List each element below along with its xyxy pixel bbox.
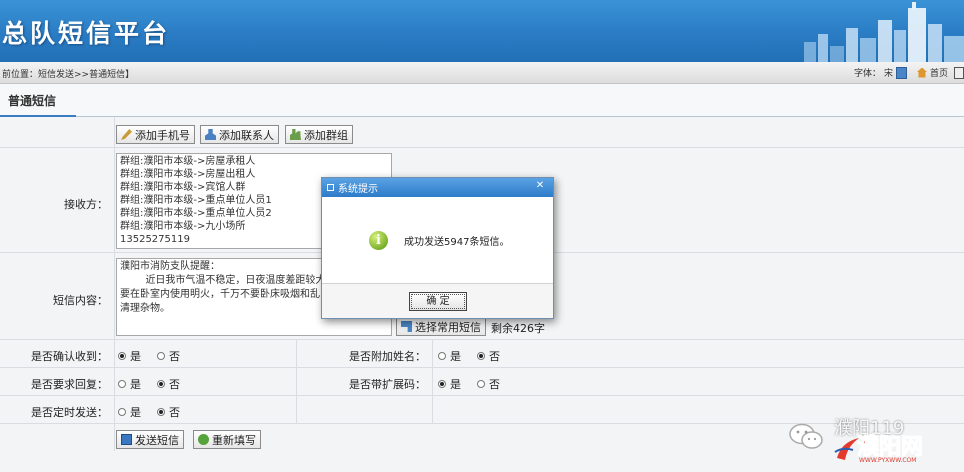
reset-form-button[interactable]: 重新填写 — [193, 430, 261, 449]
scheduled-send-yes-label: 是 — [130, 406, 141, 419]
extension-code-yes-label: 是 — [450, 378, 461, 391]
group-icon — [290, 129, 301, 140]
scheduled-send-no-label: 否 — [169, 406, 180, 419]
system-prompt-dialog: 系统提示 ✕ i 成功发送5947条短信。 确 定 — [321, 177, 554, 319]
dialog-body: i 成功发送5947条短信。 — [322, 197, 553, 283]
font-size-icon[interactable] — [895, 66, 907, 79]
app-header: 总队短信平台 — [0, 0, 964, 62]
extension-code-label: 是否带扩展码： — [349, 378, 426, 391]
add-contact-button[interactable]: 添加联系人 — [200, 125, 279, 144]
content-label: 短信内容： — [53, 294, 108, 307]
require-reply-no-label: 否 — [169, 378, 180, 391]
add-group-button[interactable]: 添加群组 — [285, 125, 353, 144]
scheduled-send-no-radio[interactable] — [157, 408, 165, 416]
tab-normal-sms[interactable]: 普通短信 — [0, 84, 76, 117]
scheduled-send-label: 是否定时发送： — [31, 406, 108, 419]
column-divider — [296, 340, 297, 424]
extension-code-no-radio[interactable] — [477, 380, 485, 388]
add-group-label: 添加群组 — [304, 128, 348, 142]
select-list-icon — [401, 321, 412, 332]
add-contact-label: 添加联系人 — [219, 128, 274, 142]
select-common-label: 选择常用短信 — [415, 320, 481, 334]
confirm-receipt-label: 是否确认收到： — [31, 350, 108, 363]
reset-form-label: 重新填写 — [212, 433, 256, 447]
send-sms-button[interactable]: 发送短信 — [116, 430, 184, 449]
wechat-icon — [789, 423, 823, 449]
confirm-receipt-no-radio[interactable] — [157, 352, 165, 360]
append-name-no-label: 否 — [489, 350, 500, 363]
home-icon[interactable] — [916, 67, 927, 78]
watermark: 濮阳119 濮阳网 WWW.PYXWW.COM — [787, 410, 962, 470]
column-divider — [114, 117, 115, 451]
dialog-title: 系统提示 — [338, 184, 378, 195]
confirm-receipt-no-label: 否 — [169, 350, 180, 363]
tab-bar: 普通短信 — [0, 84, 964, 117]
append-name-yes-radio[interactable] — [438, 352, 446, 360]
extension-code-radios: 是 否 — [438, 376, 500, 392]
append-name-label: 是否附加姓名： — [349, 350, 426, 363]
close-icon[interactable]: ✕ — [533, 179, 547, 193]
dialog-footer: 确 定 — [322, 283, 553, 318]
append-name-yes-label: 是 — [450, 350, 461, 363]
select-common-sms-button[interactable]: 选择常用短信 — [396, 317, 486, 336]
require-reply-label: 是否要求回复： — [31, 378, 108, 391]
extension-code-yes-radio[interactable] — [438, 380, 446, 388]
add-phone-label: 添加手机号 — [135, 128, 190, 142]
column-divider — [432, 340, 433, 424]
add-phone-button[interactable]: 添加手机号 — [116, 125, 195, 144]
recipients-label: 接收方： — [64, 198, 108, 211]
require-reply-radios: 是 否 — [118, 376, 180, 392]
home-link[interactable]: 首页 — [930, 66, 948, 79]
require-reply-yes-radio[interactable] — [118, 380, 126, 388]
exit-icon[interactable] — [954, 66, 964, 79]
require-reply-no-radio[interactable] — [157, 380, 165, 388]
confirm-receipt-radios: 是 否 — [118, 348, 180, 364]
confirm-receipt-yes-radio[interactable] — [118, 352, 126, 360]
info-icon: i — [369, 230, 388, 250]
location-bar: 前位置：短信发送>>普通短信】 字体： 宋 首页 — [0, 62, 964, 84]
person-icon — [205, 129, 216, 140]
append-name-no-radio[interactable] — [477, 352, 485, 360]
confirm-receipt-yes-label: 是 — [130, 350, 141, 363]
font-value[interactable]: 宋 — [884, 66, 893, 79]
breadcrumb: 前位置：短信发送>>普通短信】 — [2, 70, 135, 80]
refresh-icon — [198, 434, 209, 445]
require-reply-yes-label: 是 — [130, 378, 141, 391]
sms-platform-page: 总队短信平台 前位置：短信发送>>普通短信】 字体： 宋 首页 普通短信 添加手… — [0, 0, 964, 472]
send-sms-label: 发送短信 — [135, 433, 179, 447]
font-label: 字体： — [853, 69, 881, 79]
dialog-message: 成功发送5947条短信。 — [404, 236, 510, 248]
scheduled-send-yes-radio[interactable] — [118, 408, 126, 416]
window-icon — [327, 184, 334, 191]
dialog-title-bar[interactable]: 系统提示 ✕ — [322, 178, 553, 197]
recipient-item[interactable]: 群组:濮阳市本级->房屋承租人 — [120, 155, 388, 168]
scheduled-send-radios: 是 否 — [118, 404, 180, 420]
ok-button[interactable]: 确 定 — [409, 292, 467, 311]
extension-code-no-label: 否 — [489, 378, 500, 391]
toolbar-right: 字体： 宋 首页 — [854, 66, 964, 79]
send-icon — [121, 434, 132, 445]
pencil-icon — [121, 129, 132, 140]
watermark-url: WWW.PYXWW.COM — [859, 457, 917, 464]
append-name-radios: 是 否 — [438, 348, 500, 364]
app-title: 总队短信平台 — [2, 19, 171, 48]
remaining-chars: 剩余426字 — [491, 322, 545, 335]
city-skyline-graphic — [804, 2, 964, 62]
